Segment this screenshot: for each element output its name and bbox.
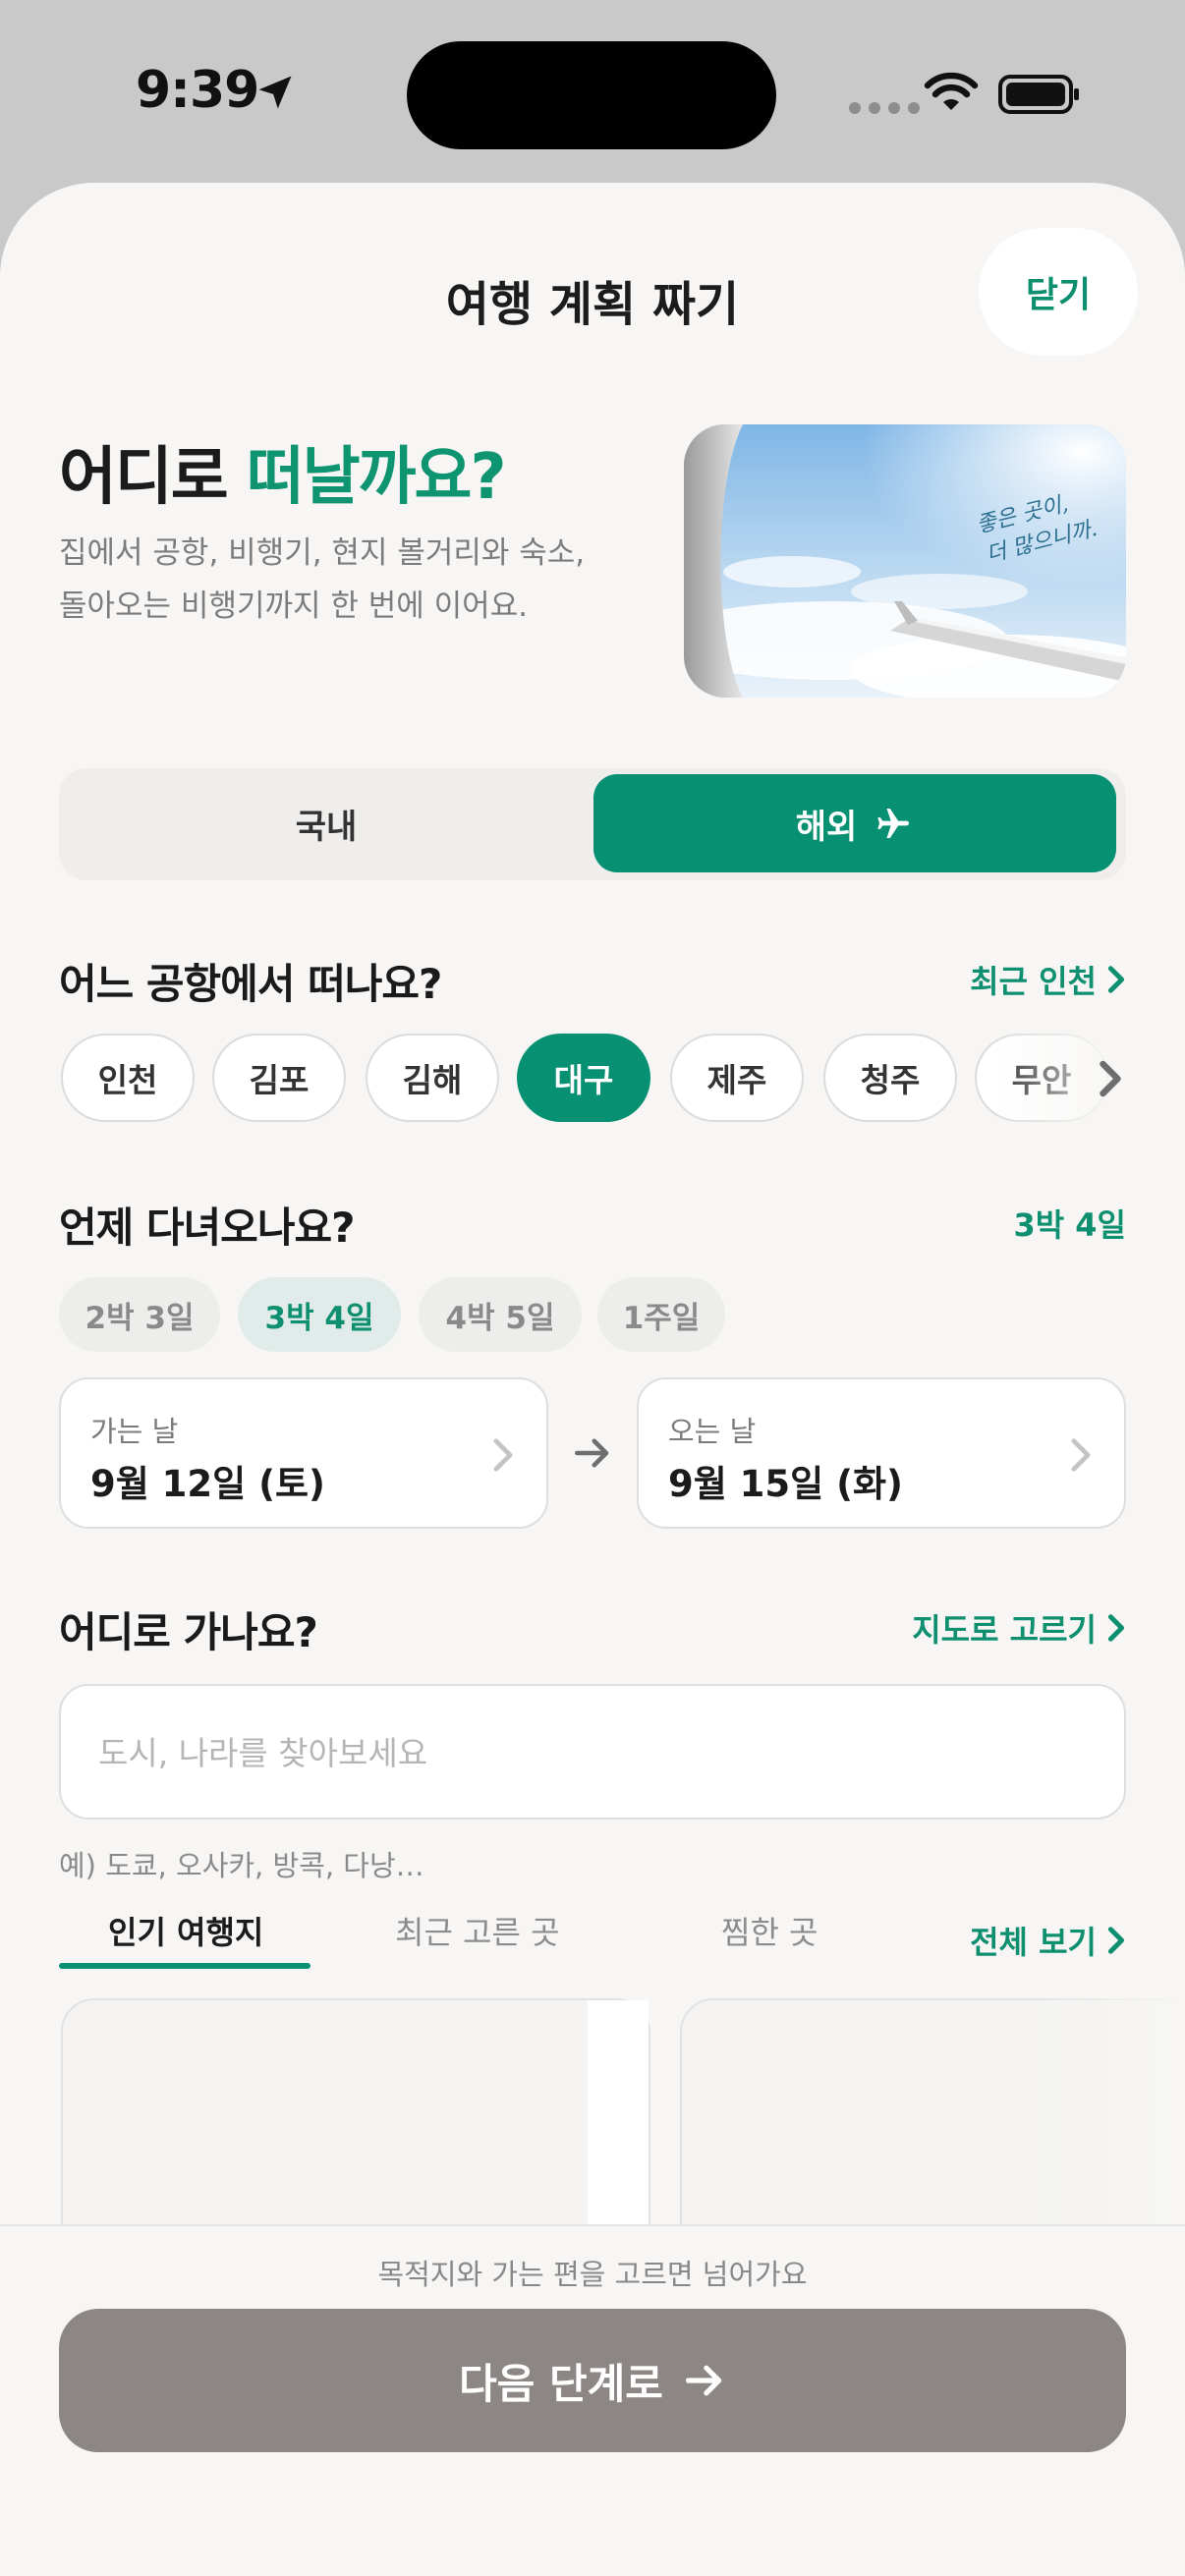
depart-date-label: 가는 날 (90, 1415, 179, 1448)
airport-chip-gimhae[interactable]: 김해 (366, 1034, 499, 1122)
next-step-label: 다음 단계로 (459, 2359, 663, 2408)
duration-pill-1week[interactable]: 1주일 (597, 1277, 725, 1352)
tab-recent[interactable]: 최근 고른 곳 (395, 1908, 560, 1953)
active-tab-indicator (59, 1963, 310, 1969)
dates-section-title: 언제 다녀오나요? (59, 1204, 355, 1252)
view-all-link[interactable]: 전체 보기 (970, 1918, 1126, 1963)
trip-type-abroad[interactable]: 해외 (593, 774, 1116, 872)
map-pick-link[interactable]: 지도로 고르기 (912, 1605, 1126, 1651)
return-date-value: 9월 15일 (화) (668, 1463, 903, 1505)
destination-section-title: 어디로 가나요? (59, 1608, 318, 1656)
dates-summary: 3박 4일 (1013, 1206, 1126, 1244)
close-button[interactable]: 닫기 (979, 228, 1138, 356)
status-time: 9:39 (136, 61, 259, 120)
tab-favorites[interactable]: 찜한 곳 (721, 1908, 818, 1953)
duration-pill-3n4d[interactable]: 3박 4일 (238, 1277, 401, 1352)
depart-date-value: 9월 12일 (토) (90, 1463, 325, 1505)
dynamic-island (407, 41, 776, 149)
chevron-right-icon (493, 1438, 513, 1472)
destination-search-box (59, 1684, 1126, 1820)
recent-airport-label: 최근 인천 (970, 963, 1097, 1000)
trip-type-domestic[interactable]: 국내 (65, 774, 588, 872)
airport-chip-jeju[interactable]: 제주 (670, 1034, 804, 1122)
airport-chip-incheon[interactable]: 인천 (61, 1034, 195, 1122)
wifi-icon (924, 72, 979, 110)
chevron-right-icon (1071, 1438, 1091, 1472)
hero-title: 어디로 떠날까요? (59, 426, 507, 517)
trip-planner-sheet: 여행 계획 짜기 닫기 어디로 떠날까요? 집에서 공항, 비행기, 현지 볼거… (0, 183, 1185, 2576)
hero-airplane-window-image: 좋은 곳이, 더 많으니까. (684, 424, 1126, 698)
hero-subtitle-line2: 돌아오는 비행기까지 한 번에 이어요. (59, 588, 529, 624)
airport-chip-daegu[interactable]: 대구 (517, 1034, 650, 1122)
arrow-right-icon (574, 1438, 609, 1468)
chevron-right-icon (1107, 1927, 1125, 1954)
hero-title-plain: 어디로 (59, 441, 247, 514)
next-step-button[interactable]: 다음 단계로 (59, 2309, 1126, 2452)
signal-dots-icon (849, 102, 920, 114)
chip-scroll-fade (992, 1028, 1185, 1136)
view-all-label: 전체 보기 (970, 1924, 1097, 1961)
recent-airport-link[interactable]: 최근 인천 (970, 957, 1126, 1002)
airport-chip-cheongju[interactable]: 청주 (823, 1034, 957, 1122)
map-pick-label: 지도로 고르기 (912, 1611, 1097, 1649)
location-arrow-icon (258, 76, 292, 109)
duration-pill-4n5d[interactable]: 4박 5일 (419, 1277, 582, 1352)
hero-subtitle: 집에서 공항, 비행기, 현지 볼거리와 숙소, 돌아오는 비행기까지 한 번에… (59, 527, 649, 633)
chevron-right-icon (1107, 966, 1125, 993)
status-bar: 9:39 (0, 0, 1185, 187)
chevron-right-icon[interactable] (1091, 1059, 1130, 1098)
depart-date-card[interactable]: 가는 날 9월 12일 (토) (59, 1377, 548, 1529)
arrow-right-icon (685, 2365, 722, 2396)
destination-search-input[interactable] (96, 1686, 1083, 1820)
departure-section-title: 어느 공항에서 떠나요? (59, 960, 442, 1008)
hero-subtitle-line1: 집에서 공항, 비행기, 현지 볼거리와 숙소, (59, 535, 586, 571)
destination-example-hint: 예) 도쿄, 오사카, 방콕, 다낭… (59, 1849, 424, 1882)
return-date-label: 오는 날 (668, 1415, 757, 1448)
airplane-icon (877, 809, 910, 838)
tab-popular[interactable]: 인기 여행지 (108, 1908, 263, 1953)
battery-icon (998, 75, 1079, 114)
hero-title-accent: 떠날까요? (246, 441, 507, 514)
trip-type-abroad-label: 해외 (795, 807, 858, 847)
chevron-right-icon (1107, 1614, 1125, 1642)
airport-chip-gimpo[interactable]: 김포 (212, 1034, 346, 1122)
return-date-card[interactable]: 오는 날 9월 15일 (화) (637, 1377, 1126, 1529)
bottom-action-bar: 목적지와 가는 편을 고르면 넘어가요 다음 단계로 (0, 2224, 1185, 2576)
next-step-hint: 목적지와 가는 편을 고르면 넘어가요 (377, 2258, 808, 2291)
trip-type-toggle: 국내 해외 (59, 768, 1126, 880)
duration-pill-2n3d[interactable]: 2박 3일 (59, 1277, 220, 1352)
